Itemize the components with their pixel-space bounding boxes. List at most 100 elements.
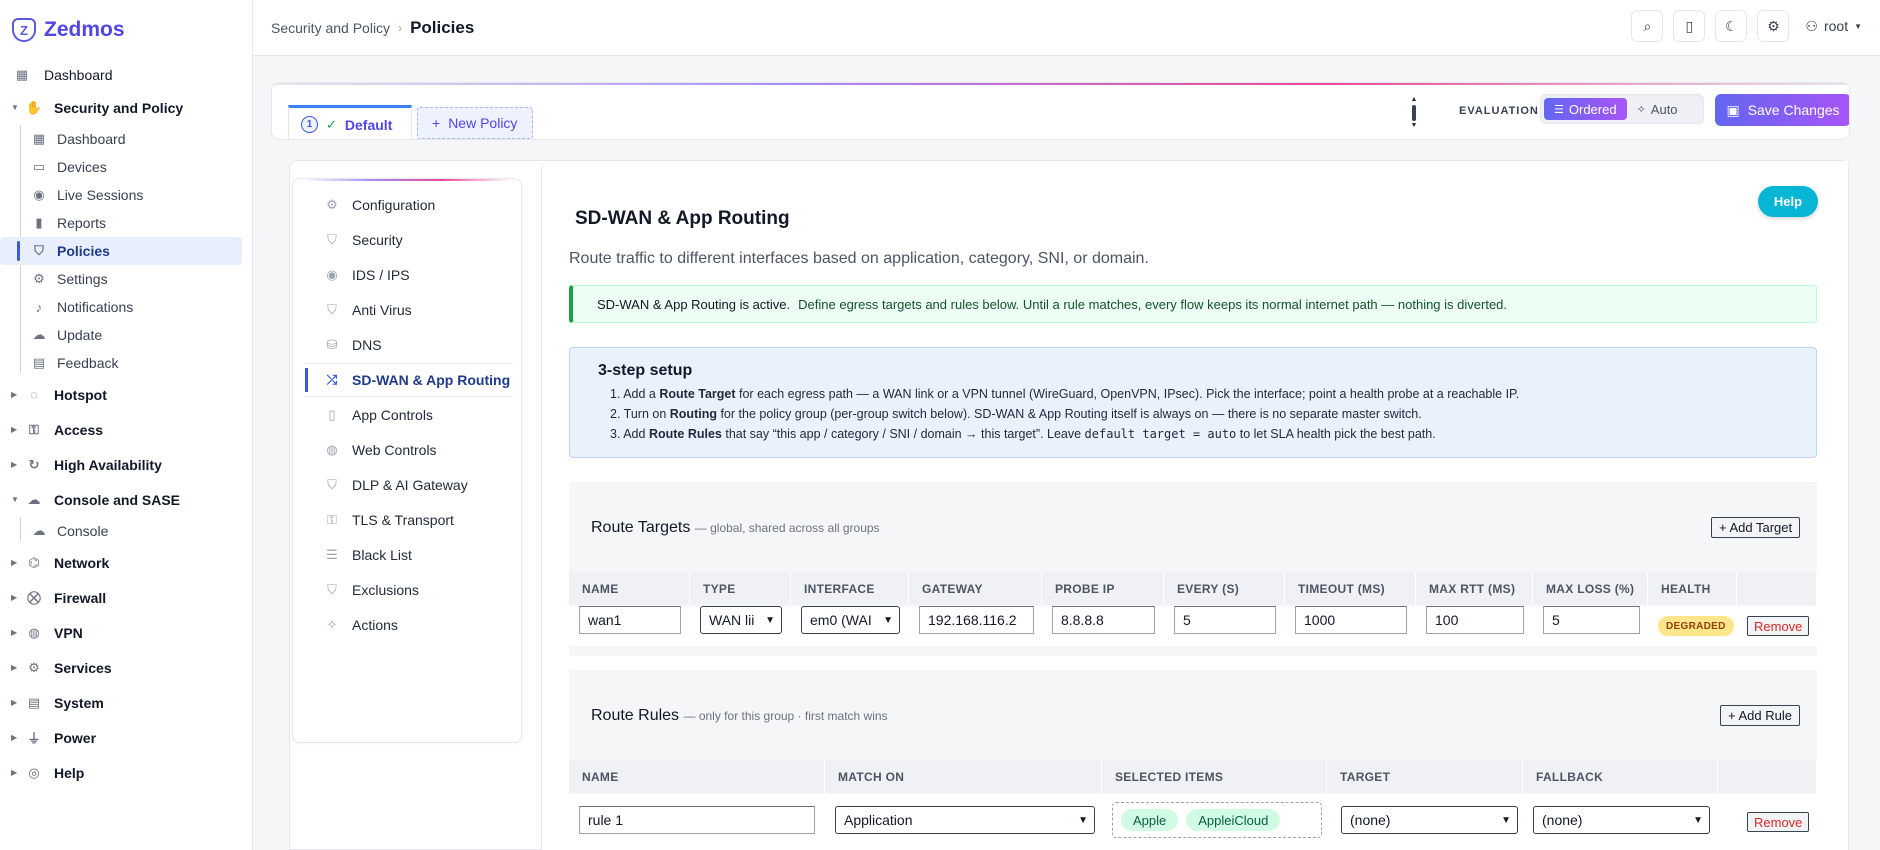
sidebar-group-access[interactable]: ▶ ⚿ Access xyxy=(0,412,252,447)
caret-down-icon: ▼ xyxy=(11,103,19,112)
sidebar-item-dashboard[interactable]: ▦ Dashboard xyxy=(0,125,252,153)
setup-step-2: 2. Turn on Routing for the policy group … xyxy=(610,407,1422,421)
column-header-name: NAME xyxy=(569,760,825,793)
sidebar-item-notifications[interactable]: ♪ Notifications xyxy=(0,293,252,321)
column-header-max-rtt-ms: MAX RTT (MS) xyxy=(1416,572,1533,605)
remove-rule-button[interactable]: Remove xyxy=(1747,812,1810,832)
user-menu[interactable]: ⚇ root ▼ xyxy=(1805,18,1862,35)
target-loss-input[interactable]: 5 xyxy=(1543,606,1640,634)
chevron-right-icon: › xyxy=(398,20,403,35)
section-nav-item-tls-transport[interactable]: ⚿ TLS & Transport xyxy=(305,503,513,537)
section-nav-item-sd-wan-app-routing[interactable]: ⤮ SD-WAN & App Routing xyxy=(305,363,513,397)
sidebar-group-label: Security and Policy xyxy=(54,99,184,116)
topbar: Security and Policy › Policies ⌕ ▯ ☾ ⚙ ⚇… xyxy=(253,0,1880,56)
column-header-gateway: GATEWAY xyxy=(909,572,1042,605)
rule-fallback-select[interactable]: (none) ▼ xyxy=(1533,806,1710,834)
target-every-input[interactable]: 5 xyxy=(1174,606,1276,634)
target-type-select[interactable]: WAN lii ▼ xyxy=(700,606,782,634)
help-button[interactable]: Help xyxy=(1758,186,1818,217)
list-icon: ☰ xyxy=(326,547,338,562)
remove-target-button[interactable]: Remove xyxy=(1747,616,1810,636)
settings-button[interactable]: ⚙ xyxy=(1757,10,1790,42)
section-nav-item-exclusions[interactable]: ⛉ Exclusions xyxy=(305,573,513,607)
sidebar-group-services[interactable]: ▶ ⚙ Services xyxy=(0,650,252,685)
breadcrumb: Security and Policy › Policies xyxy=(271,18,474,38)
target-timeout-input[interactable]: 1000 xyxy=(1295,606,1407,634)
sidebar-group-system[interactable]: ▶ ▤ System xyxy=(0,685,252,720)
cloud-icon: ☁ xyxy=(27,491,41,507)
theme-toggle-button[interactable]: ☾ xyxy=(1715,10,1748,42)
add-rule-button[interactable]: + Add Rule xyxy=(1720,705,1800,726)
sidebar-item-policies[interactable]: ⛉ Policies xyxy=(0,237,242,265)
target-interface-select[interactable]: em0 (WAI ▼ xyxy=(801,606,900,634)
target-name-input[interactable]: wan1 xyxy=(579,606,681,634)
sidebar-group-vpn[interactable]: ▶ ◍ VPN xyxy=(0,615,252,650)
rule-name-input[interactable]: rule 1 xyxy=(579,806,815,834)
section-nav-item-anti-virus[interactable]: ⛉ Anti Virus xyxy=(305,293,513,327)
brand[interactable]: Z Zedmos xyxy=(0,0,252,60)
sidebar-group-label: VPN xyxy=(54,624,83,641)
save-changes-button[interactable]: ▣ Save Changes xyxy=(1715,94,1849,126)
sidebar-item-console[interactable]: ☁ Console xyxy=(0,517,252,545)
sidebar-item-feedback[interactable]: ▤ Feedback xyxy=(0,349,252,377)
user-name: root xyxy=(1823,18,1849,34)
sidebar-item-live-sessions[interactable]: ◉ Live Sessions xyxy=(0,181,252,209)
tab-default-policy[interactable]: 1 ✓ Default xyxy=(288,105,412,139)
rule-target-select[interactable]: (none) ▼ xyxy=(1341,806,1518,834)
target-rtt-input[interactable]: 100 xyxy=(1426,606,1524,634)
book-button[interactable]: ▯ xyxy=(1673,10,1706,42)
banner-strong: SD-WAN & App Routing is active. xyxy=(597,296,791,312)
sidebar-item-settings[interactable]: ⚙ Settings xyxy=(0,265,252,293)
breadcrumb-parent[interactable]: Security and Policy xyxy=(271,20,390,36)
console-subitems: ☁ Console xyxy=(0,517,252,545)
chevron-down-icon: ▼ xyxy=(765,614,775,626)
sidebar-group-console-and-sase[interactable]: ▼ ☁ Console and SASE xyxy=(0,482,252,517)
lock-icon: ⚿ xyxy=(327,512,337,527)
section-nav-label: TLS & Transport xyxy=(352,512,454,528)
section-nav-item-security[interactable]: ⛉ Security xyxy=(305,223,513,257)
chevron-down-icon: ▼ xyxy=(1078,814,1088,826)
gear-icon: ⚙ xyxy=(1767,17,1780,34)
wifi-icon: ◌ xyxy=(30,387,38,402)
section-nav-label: App Controls xyxy=(352,407,433,423)
sidebar-item-devices[interactable]: ▭ Devices xyxy=(0,153,252,181)
add-target-button[interactable]: + Add Target xyxy=(1711,517,1801,538)
eval-ordered-option[interactable]: ☰ Ordered xyxy=(1544,98,1627,120)
rule-match-select[interactable]: Application ▼ xyxy=(835,806,1095,834)
section-nav-item-dns[interactable]: ⛁ DNS xyxy=(305,328,513,362)
sidebar-item-update[interactable]: ☁ Update xyxy=(0,321,252,349)
sidebar-group-hotspot[interactable]: ▶ ◌ Hotspot xyxy=(0,377,252,412)
sidebar-item-label: Policies xyxy=(57,243,110,259)
sidebar-group-power[interactable]: ▶ ⏚ Power xyxy=(0,720,252,755)
selected-item-chip[interactable]: Apple xyxy=(1121,809,1179,831)
eval-auto-option[interactable]: ✧ Auto xyxy=(1627,98,1688,120)
sidebar-group-network[interactable]: ▶ ⌬ Network xyxy=(0,545,252,580)
selected-item-chip[interactable]: AppleiCloud xyxy=(1186,809,1281,831)
section-nav-item-ids-ips[interactable]: ◉ IDS / IPS xyxy=(305,258,513,292)
sidebar-group-high-availability[interactable]: ▶ ↻ High Availability xyxy=(0,447,252,482)
section-nav-label: Configuration xyxy=(352,197,436,213)
section-nav-item-configuration[interactable]: ⚙ Configuration xyxy=(305,188,513,222)
caret-right-icon: ▶ xyxy=(11,698,18,707)
network-icon: ⌬ xyxy=(28,554,40,570)
section-nav-item-app-controls[interactable]: ▯ App Controls xyxy=(305,398,513,432)
selected-items-box[interactable]: Apple AppleiCloud xyxy=(1112,802,1322,838)
new-policy-button[interactable]: + New Policy xyxy=(417,107,533,139)
caret-right-icon: ▶ xyxy=(11,558,18,567)
sidebar-group-firewall[interactable]: ▶ ⛒ Firewall xyxy=(0,580,252,615)
section-nav-item-dlp-ai-gateway[interactable]: ⛉ DLP & AI Gateway xyxy=(305,468,513,502)
target-probe-input[interactable]: 8.8.8.8 xyxy=(1052,606,1155,634)
sidebar-group-help[interactable]: ▶ ◎ Help xyxy=(0,755,252,790)
target-gateway-input[interactable]: 192.168.116.2 xyxy=(919,606,1034,634)
search-button[interactable]: ⌕ xyxy=(1631,10,1664,42)
drag-handle[interactable]: ▲ ▼ xyxy=(1410,96,1418,129)
sidebar-group-label: Hotspot xyxy=(54,386,107,403)
section-nav-item-web-controls[interactable]: ◍ Web Controls xyxy=(305,433,513,467)
brand-name: Zedmos xyxy=(44,18,125,41)
section-nav-item-actions[interactable]: ✧ Actions xyxy=(305,608,513,642)
sidebar-group-security-and-policy[interactable]: ▼ ✋ Security and Policy xyxy=(0,90,252,125)
grid-icon: ▦ xyxy=(32,131,46,146)
section-nav-item-black-list[interactable]: ☰ Black List xyxy=(305,538,513,572)
sidebar-item-reports[interactable]: ▮ Reports xyxy=(0,209,252,237)
sidebar-item-dashboard[interactable]: ▦ Dashboard xyxy=(0,60,252,90)
